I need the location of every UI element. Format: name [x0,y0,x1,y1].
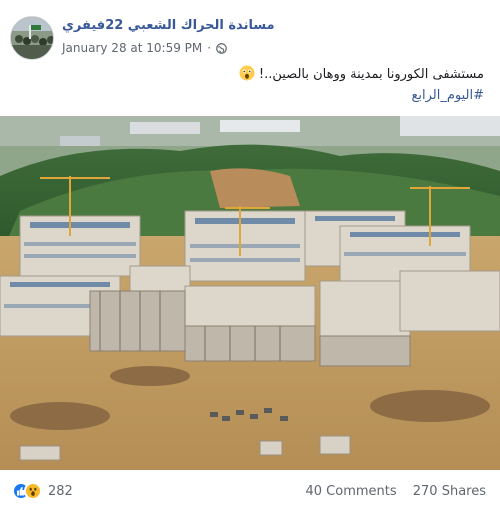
post-photo[interactable] [0,116,500,470]
shares-count-link[interactable]: 270 Shares [413,484,486,499]
facebook-post-card: مساندة الحراك الشعبي 22فيفري January 28 … [0,0,500,516]
post-timestamp[interactable]: January 28 at 10:59 PM [62,41,202,55]
post-header: مساندة الحراك الشعبي 22فيفري January 28 … [10,16,490,60]
post-meta: January 28 at 10:59 PM · [62,41,227,55]
post-footer: 282 40 Comments 270 Shares [0,472,500,516]
globe-icon[interactable] [216,42,227,54]
page-avatar[interactable] [10,16,54,60]
wow-icon [24,482,42,500]
hashtag-link[interactable]: #اليوم_الرابع [44,85,484,106]
comments-count-link[interactable]: 40 Comments [305,484,396,499]
engagement-stats: 40 Comments 270 Shares [293,484,486,499]
post-text-line: مستشفى الكورونا بمدينة ووهان بالصين..! [44,64,484,85]
post-body: مستشفى الكورونا بمدينة ووهان بالصين..! #… [44,64,484,106]
post-text: مستشفى الكورونا بمدينة ووهان بالصين..! [258,67,484,82]
reaction-count: 282 [48,483,73,499]
page-name-link[interactable]: مساندة الحراك الشعبي 22فيفري [62,18,275,33]
reactions-summary[interactable]: 282 [12,482,73,500]
meta-separator: · [207,41,212,55]
astonished-face-emoji [239,65,255,81]
construction-site-photo [0,116,500,470]
